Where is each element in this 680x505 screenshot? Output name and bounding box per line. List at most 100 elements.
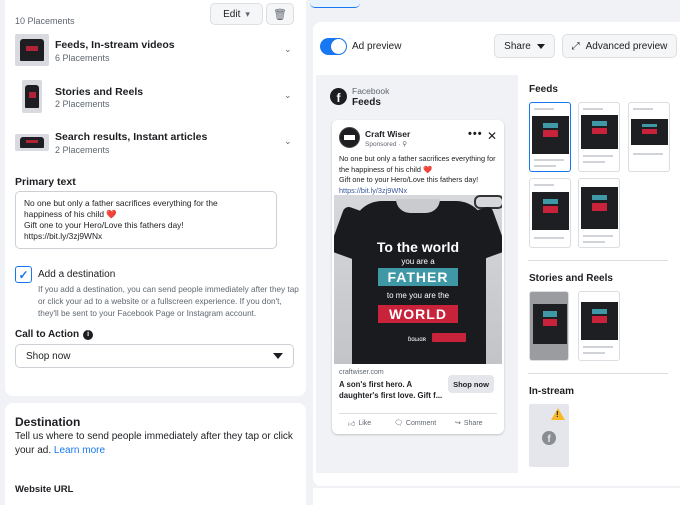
shirt-tag: [432, 333, 466, 342]
comment-button[interactable]: 🗨︎ Comment: [394, 419, 437, 428]
feeds-thumbnail: [15, 34, 49, 66]
thumb-line: [583, 241, 605, 243]
warning-mark: !: [556, 410, 559, 419]
thumb-image: [581, 115, 618, 149]
preview-placement: Feeds: [352, 97, 381, 108]
reels-thumbnail[interactable]: [578, 291, 620, 361]
check-icon: ✓: [18, 267, 29, 282]
post-text: No one but only a father sacrifices ever…: [339, 154, 499, 196]
story-thumbnail[interactable]: [529, 291, 569, 361]
delete-icon[interactable]: 🗑: [266, 3, 294, 25]
more-options-icon[interactable]: •••: [468, 128, 483, 140]
primary-text-line: Gift one to your Hero/Love this fathers …: [24, 220, 184, 230]
advanced-preview-button[interactable]: ⤢ Advanced preview: [562, 34, 677, 58]
image-text-world: WORLD: [378, 305, 458, 323]
call-to-action-label: Call to Action i: [15, 329, 94, 340]
destination-title: Destination: [15, 415, 81, 429]
post-text-line: Gift one to your Hero/Love this fathers …: [339, 175, 479, 184]
feed-thumbnail[interactable]: [529, 178, 571, 248]
placement-group-count: 2 Placements: [55, 99, 110, 109]
cta-label-text: Call to Action: [15, 329, 80, 340]
chevron-down-icon[interactable]: ⌄: [284, 44, 292, 55]
placement-group-count: 6 Placements: [55, 53, 110, 63]
comment-label: Comment: [405, 419, 437, 427]
thumb-line: [534, 184, 554, 186]
comment-icon: 🗨︎: [394, 420, 403, 427]
feeds-section-title: Feeds: [529, 84, 558, 95]
info-icon[interactable]: i: [83, 329, 94, 340]
primary-text-line: happiness of his child ❤️: [24, 209, 117, 219]
shirt-image: [20, 38, 44, 62]
top-tab-indicator[interactable]: [310, 0, 360, 8]
thumb-line: [583, 155, 613, 157]
thumb-image: [532, 116, 569, 154]
advanced-preview-label: Advanced preview: [585, 40, 668, 52]
placement-group-title: Search results, Instant articles: [55, 131, 208, 143]
feed-thumbnail[interactable]: [578, 102, 620, 172]
thumb-line: [583, 346, 613, 348]
add-destination-help: If you add a destination, you can send p…: [38, 285, 299, 318]
shirt-image: [20, 136, 44, 149]
chevron-down-icon[interactable]: ⌄: [284, 136, 292, 147]
destination-description: Tell us where to send people immediately…: [15, 430, 300, 458]
chevron-down-icon[interactable]: ⌄: [284, 90, 292, 101]
website-url-label: Website URL: [15, 484, 74, 495]
shirt-image: [25, 84, 39, 109]
post-text-line: No one but only a father sacrifices ever…: [339, 154, 496, 174]
ad-preview-toggle[interactable]: [320, 38, 347, 55]
thumb-image: [631, 119, 668, 145]
preview-platform: Facebook: [352, 86, 390, 96]
search-thumbnail: [15, 134, 49, 151]
thumb-line: [534, 165, 556, 167]
thumb-line: [583, 352, 605, 354]
page-avatar: [339, 127, 360, 148]
thumb-line: [583, 235, 613, 237]
image-text: To the world: [376, 239, 460, 255]
learn-more-link[interactable]: Learn more: [54, 445, 105, 456]
primary-text-line: https://bit.ly/3zj9WNx: [24, 231, 103, 241]
placements-count: 10 Placements: [15, 16, 75, 26]
stories-thumbnail: [22, 80, 42, 113]
placement-group-title: Feeds, In-stream videos: [55, 39, 175, 51]
primary-text-field[interactable]: No one but only a father sacrifices ever…: [15, 191, 277, 249]
like-label: Like: [358, 420, 372, 427]
expand-icon: ⤢: [571, 40, 580, 52]
add-destination-checkbox[interactable]: ✓: [15, 266, 32, 283]
image-text: you are a: [401, 257, 435, 266]
share-label: Share: [504, 40, 531, 52]
close-icon[interactable]: ✕: [487, 129, 497, 143]
call-to-action-select[interactable]: Shop now: [15, 344, 294, 368]
placement-group-count: 2 Placements: [55, 145, 110, 155]
thumb-line: [534, 159, 564, 161]
image-brand: ɓɑωɑʀ: [408, 337, 426, 343]
share-label: Share: [463, 419, 483, 427]
like-button[interactable]: 👍︎ Like: [348, 419, 371, 428]
edit-placements-button[interactable]: Edit ▾: [210, 3, 263, 25]
shop-now-button[interactable]: Shop now: [448, 375, 494, 393]
facebook-icon: f: [542, 431, 556, 445]
share-button[interactable]: Share: [494, 34, 555, 58]
instream-section-title: In-stream: [529, 386, 575, 397]
link-domain: craftwiser.com: [339, 369, 384, 376]
thumb-line: [534, 108, 554, 110]
thumb-line: [633, 153, 663, 155]
thumb-line: [633, 108, 653, 110]
image-text-father: FATHER: [378, 268, 458, 286]
link-headline: A son's first hero. A daughter's first l…: [339, 380, 443, 400]
thumb-image: [581, 187, 618, 229]
feed-thumbnail[interactable]: [578, 178, 620, 248]
stories-section-title: Stories and Reels: [529, 273, 613, 284]
facebook-icon: f: [330, 88, 347, 105]
share-icon: ↪: [455, 420, 461, 427]
share-post-button[interactable]: ↪ Share: [455, 419, 483, 428]
page-name: Craft Wiser: [365, 129, 411, 139]
feed-thumbnail[interactable]: [628, 102, 670, 172]
feed-thumbnail-selected[interactable]: [529, 102, 571, 172]
cta-selected-value: Shop now: [26, 350, 71, 362]
panel-bottom-edge: [313, 488, 680, 505]
thumb-line: [583, 161, 605, 163]
add-destination-label: Add a destination: [38, 269, 116, 280]
thumb-image: [533, 304, 567, 344]
caret-down-icon: [273, 353, 283, 359]
edit-label: Edit: [223, 8, 241, 20]
